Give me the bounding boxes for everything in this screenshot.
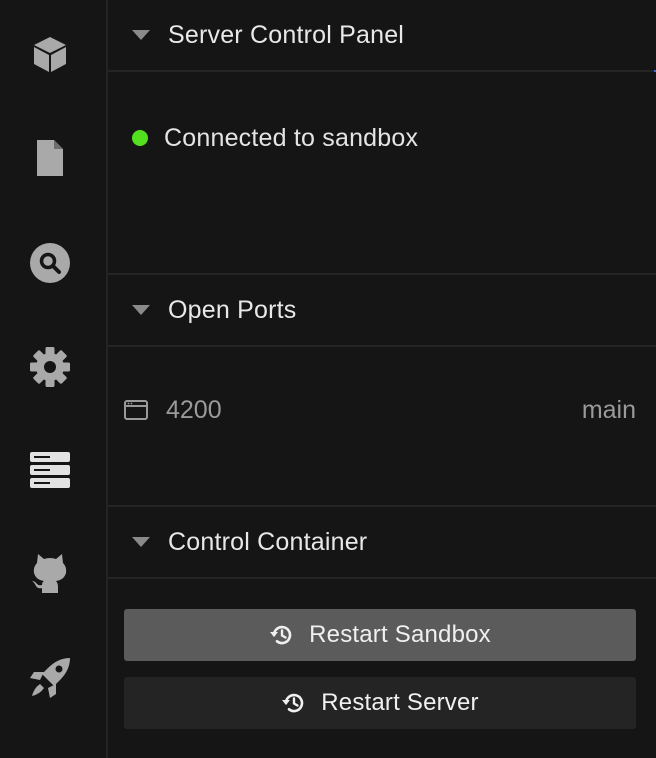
restart-server-button[interactable]: Restart Server [124,677,636,729]
port-number: 4200 [166,395,222,424]
gear-icon[interactable] [28,345,72,389]
port-name: main [581,395,636,424]
rocket-icon[interactable] [28,656,72,700]
file-icon[interactable] [28,136,72,180]
section-header-control-container[interactable]: Control Container [108,507,656,579]
caret-down-icon [132,30,150,40]
restart-server-label: Restart Server [321,689,479,716]
port-row[interactable]: 4200 main [124,390,636,430]
section-title: Server Control Panel [168,20,405,49]
search-icon[interactable] [28,241,72,285]
restart-icon [270,625,292,645]
github-icon[interactable] [28,550,72,594]
status-dot-icon [132,130,148,146]
browser-window-icon [124,400,148,420]
activity-sidebar [0,0,108,758]
restart-sandbox-label: Restart Sandbox [309,621,491,648]
connection-status: Connected to sandbox [132,120,418,156]
restart-icon [282,693,304,713]
box-icon[interactable] [28,32,72,76]
section-title: Open Ports [168,295,297,324]
restart-sandbox-button[interactable]: Restart Sandbox [124,609,636,661]
server-control-panel: Server Control Panel Connected to sandbo… [108,0,656,758]
status-text: Connected to sandbox [164,123,419,152]
caret-down-icon [132,537,150,547]
section-header-server-control[interactable]: Server Control Panel [108,0,656,72]
section-title: Control Container [168,527,368,556]
section-header-open-ports[interactable]: Open Ports [108,275,656,347]
caret-down-icon [132,305,150,315]
server-icon[interactable] [28,448,72,492]
